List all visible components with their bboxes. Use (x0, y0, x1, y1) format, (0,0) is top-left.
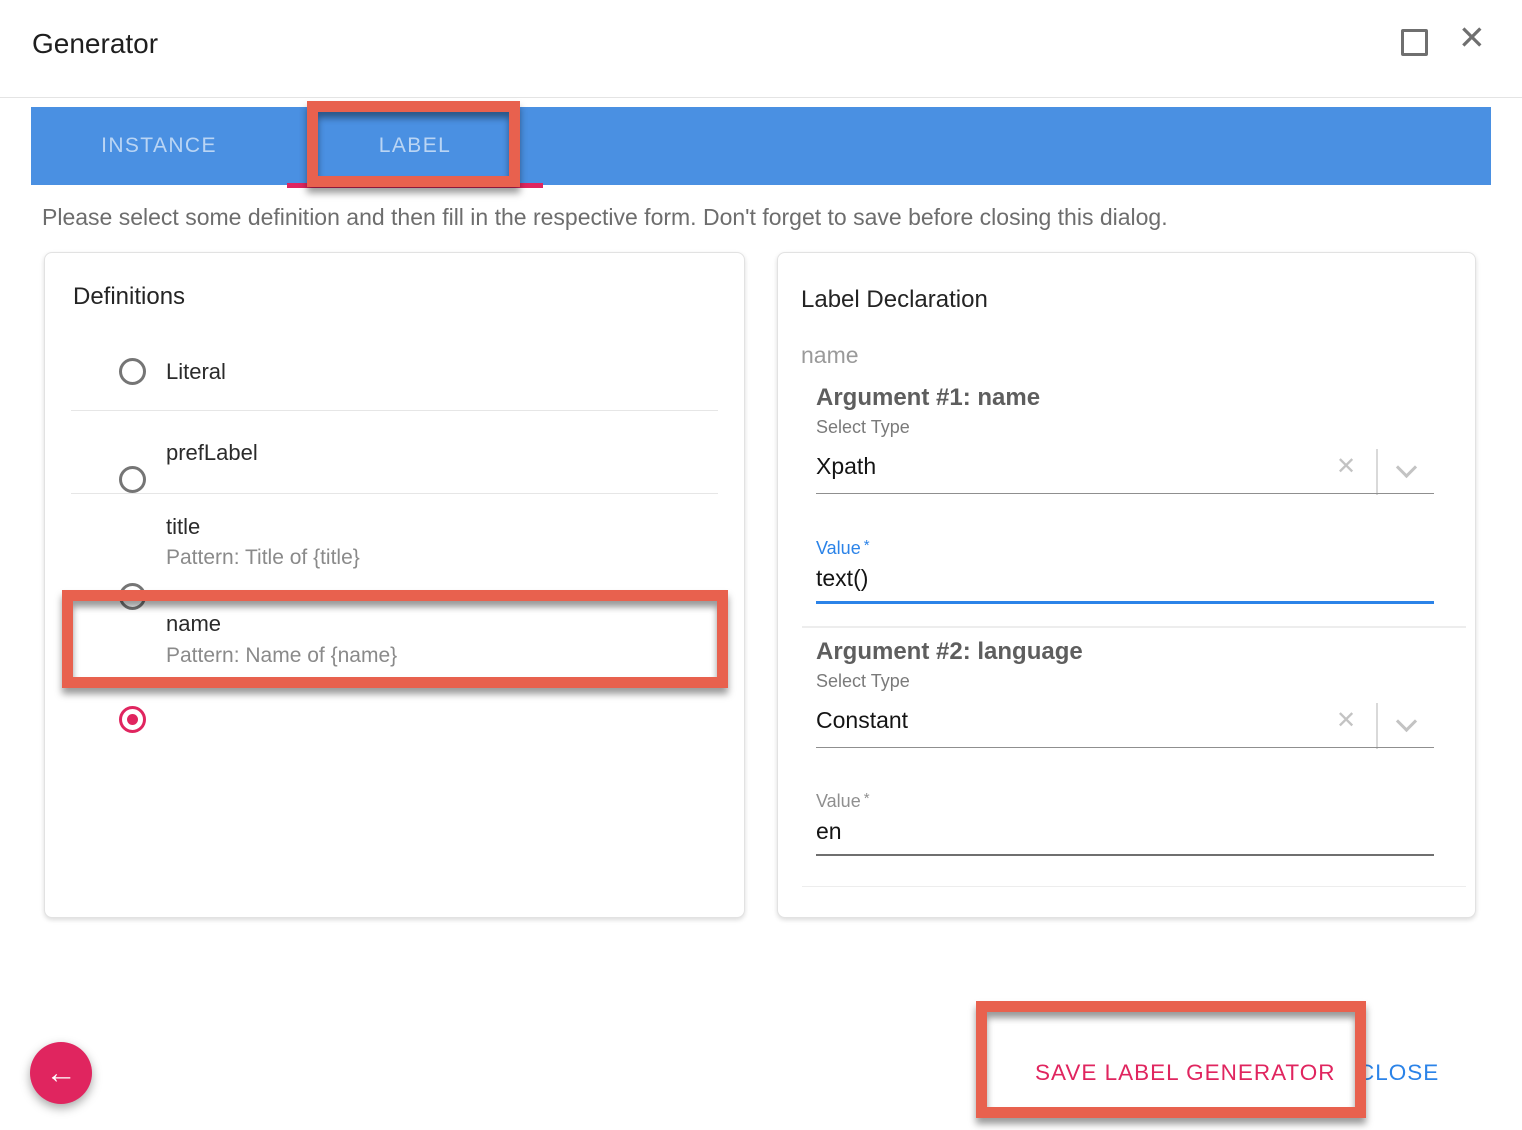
required-marker: * (864, 790, 870, 807)
generator-dialog: Generator ✕ INSTANCE LABEL Please select… (0, 0, 1522, 1130)
tab-instance[interactable]: INSTANCE (31, 107, 287, 185)
close-icon[interactable]: ✕ (1458, 21, 1486, 54)
selected-definition-name: name (801, 342, 859, 369)
tab-bar: INSTANCE LABEL (31, 107, 1491, 185)
option-label-literal[interactable]: Literal (166, 359, 226, 385)
section-divider (802, 886, 1466, 887)
radio-title[interactable] (119, 583, 146, 610)
back-button[interactable]: ← (30, 1042, 92, 1104)
argument-1-heading: Argument #1: name (816, 384, 1040, 412)
argument-2-value-input[interactable] (816, 818, 1434, 856)
argument-2-heading: Argument #2: language (816, 638, 1083, 666)
select-divider (1376, 449, 1378, 495)
label-declaration-panel: Label Declaration name Argument #1: name… (777, 252, 1476, 918)
label-declaration-heading: Label Declaration (801, 286, 988, 314)
select-divider (1376, 703, 1378, 749)
argument-2-select-type-label: Select Type (816, 671, 910, 692)
option-pattern-name: Pattern: Name of {name} (166, 644, 397, 668)
clear-icon[interactable]: ✕ (1336, 455, 1356, 479)
clear-icon[interactable]: ✕ (1336, 709, 1356, 733)
radio-preflabel[interactable] (119, 466, 146, 493)
close-button[interactable]: CLOSE (1358, 1060, 1439, 1086)
argument-1-value-input[interactable] (816, 565, 1434, 604)
instruction-text: Please select some definition and then f… (42, 204, 1168, 231)
option-pattern-title: Pattern: Title of {title} (166, 546, 360, 570)
arrow-left-icon: ← (46, 1055, 77, 1091)
required-marker: * (864, 537, 870, 554)
argument-1-value-label: Value* (816, 538, 870, 559)
list-divider (71, 493, 718, 494)
option-label-name[interactable]: name (166, 611, 221, 637)
definitions-panel: Definitions Literal prefLabel title Patt… (44, 252, 745, 918)
option-label-preflabel[interactable]: prefLabel (166, 440, 258, 466)
select-underline (816, 747, 1434, 748)
select-underline (816, 493, 1434, 494)
chevron-down-icon[interactable] (1396, 711, 1417, 732)
argument-1-select-type-label: Select Type (816, 417, 910, 438)
active-tab-indicator (287, 183, 543, 188)
radio-literal[interactable] (119, 358, 146, 385)
definitions-heading: Definitions (73, 283, 185, 311)
list-divider (71, 410, 718, 411)
tab-label[interactable]: LABEL (287, 107, 543, 185)
page-title: Generator (32, 28, 158, 60)
chevron-down-icon[interactable] (1396, 457, 1417, 478)
argument-1-type-select[interactable]: Xpath (816, 453, 876, 480)
header-divider (0, 97, 1522, 98)
section-divider (802, 626, 1466, 628)
argument-2-value-label: Value* (816, 791, 870, 812)
value-label-text: Value (816, 538, 861, 558)
argument-2-type-select[interactable]: Constant (816, 707, 908, 734)
save-label-generator-button[interactable]: SAVE LABEL GENERATOR (1035, 1060, 1336, 1086)
maximize-icon[interactable] (1401, 29, 1428, 56)
value-label-text: Value (816, 791, 861, 811)
option-label-title[interactable]: title (166, 514, 200, 540)
radio-name[interactable] (119, 706, 146, 733)
